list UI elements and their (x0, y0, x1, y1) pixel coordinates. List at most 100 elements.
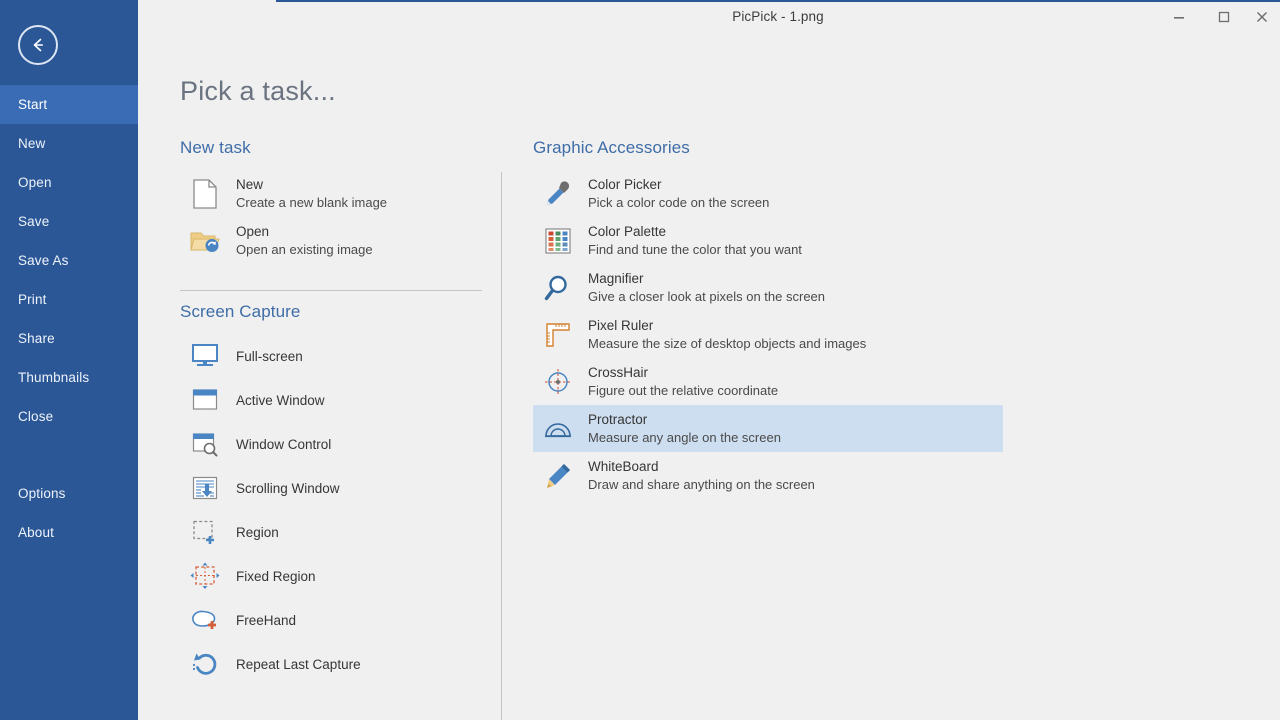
screen-capture-heading: Screen Capture (180, 302, 482, 322)
task-title: Scrolling Window (236, 480, 340, 497)
task-desc: Create a new blank image (236, 194, 387, 211)
new-document-icon (188, 177, 222, 211)
task-title: Region (236, 524, 279, 541)
window-search-icon (188, 427, 222, 461)
task-title: Pixel Ruler (588, 317, 866, 334)
task-scrolling-window-text: Scrolling Window (236, 480, 340, 497)
back-arrow-icon (29, 36, 47, 54)
sidebar-item-label: Close (18, 409, 53, 424)
sidebar-item-thumbnails[interactable]: Thumbnails (0, 358, 138, 397)
new-task-section: New task New Create a new blank image (180, 138, 482, 264)
task-color-palette[interactable]: Color Palette Find and tune the color th… (533, 217, 1003, 264)
sidebar-item-label: Start (18, 97, 47, 112)
task-open[interactable]: Open Open an existing image (180, 217, 482, 264)
task-title: Open (236, 223, 373, 240)
graphic-accessories-section: Graphic Accessories Color Picker Pick a … (533, 138, 1003, 499)
open-folder-icon (188, 224, 222, 258)
screen-capture-section: Screen Capture Full-screen (180, 302, 482, 686)
sidebar-spacer (0, 436, 138, 474)
task-color-palette-text: Color Palette Find and tune the color th… (588, 223, 802, 258)
task-active-window-text: Active Window (236, 392, 325, 409)
task-whiteboard[interactable]: WhiteBoard Draw and share anything on th… (533, 452, 1003, 499)
task-title: CrossHair (588, 364, 778, 381)
task-repeat-last-capture-text: Repeat Last Capture (236, 656, 361, 673)
monitor-icon (188, 339, 222, 373)
task-freehand[interactable]: FreeHand (180, 598, 482, 642)
freehand-icon (188, 603, 222, 637)
sidebar-item-options[interactable]: Options (0, 474, 138, 513)
task-pixel-ruler[interactable]: Pixel Ruler Measure the size of desktop … (533, 311, 1003, 358)
screen-capture-list: Full-screen Active Window (180, 334, 482, 686)
task-window-control-text: Window Control (236, 436, 331, 453)
sidebar-item-label: Thumbnails (18, 370, 89, 385)
task-fixed-region[interactable]: Fixed Region (180, 554, 482, 598)
sidebar-item-start[interactable]: Start (0, 85, 138, 124)
task-repeat-last-capture[interactable]: Repeat Last Capture (180, 642, 482, 686)
maximize-button[interactable] (1201, 2, 1246, 32)
task-title: Color Palette (588, 223, 802, 240)
task-region[interactable]: Region (180, 510, 482, 554)
repeat-arrow-icon (188, 647, 222, 681)
task-protractor[interactable]: Protractor Measure any angle on the scre… (533, 405, 1003, 452)
task-freehand-text: FreeHand (236, 612, 296, 629)
graphic-accessories-heading: Graphic Accessories (533, 138, 1003, 158)
new-task-list: New Create a new blank image (180, 170, 482, 264)
task-title: Full-screen (236, 348, 303, 365)
task-desc: Pick a color code on the screen (588, 194, 769, 211)
task-open-text: Open Open an existing image (236, 223, 373, 258)
task-title: New (236, 176, 387, 193)
ruler-icon (541, 318, 575, 352)
task-title: Protractor (588, 411, 781, 428)
task-window-control[interactable]: Window Control (180, 422, 482, 466)
task-new[interactable]: New Create a new blank image (180, 170, 482, 217)
task-desc: Find and tune the color that you want (588, 241, 802, 258)
column-divider (501, 172, 502, 720)
task-active-window[interactable]: Active Window (180, 378, 482, 422)
eyedropper-icon (541, 177, 575, 211)
minimize-button[interactable] (1156, 2, 1201, 32)
task-whiteboard-text: WhiteBoard Draw and share anything on th… (588, 458, 815, 493)
sidebar-item-close[interactable]: Close (0, 397, 138, 436)
minimize-icon (1173, 11, 1185, 23)
main-content: PicPick - 1.png (138, 0, 1280, 720)
close-button[interactable] (1246, 2, 1280, 32)
sidebar-item-save[interactable]: Save (0, 202, 138, 241)
task-title: Active Window (236, 392, 325, 409)
page-title: Pick a task... (180, 76, 336, 107)
sidebar-item-share[interactable]: Share (0, 319, 138, 358)
task-title: WhiteBoard (588, 458, 815, 475)
sidebar-item-label: Save (18, 214, 49, 229)
sidebar-item-new[interactable]: New (0, 124, 138, 163)
sidebar-item-about[interactable]: About (0, 513, 138, 552)
crosshair-icon (541, 365, 575, 399)
task-scrolling-window[interactable]: Scrolling Window (180, 466, 482, 510)
sidebar-item-label: Open (18, 175, 52, 190)
task-full-screen[interactable]: Full-screen (180, 334, 482, 378)
color-grid-icon (541, 224, 575, 258)
sidebar: Start New Open Save Save As Print Share … (0, 0, 138, 720)
graphic-accessories-list: Color Picker Pick a color code on the sc… (533, 170, 1003, 499)
task-fixed-region-text: Fixed Region (236, 568, 316, 585)
sidebar-item-print[interactable]: Print (0, 280, 138, 319)
window-icon (188, 383, 222, 417)
task-color-picker-text: Color Picker Pick a color code on the sc… (588, 176, 769, 211)
task-crosshair-text: CrossHair Figure out the relative coordi… (588, 364, 778, 399)
new-task-heading: New task (180, 138, 482, 158)
task-protractor-text: Protractor Measure any angle on the scre… (588, 411, 781, 446)
pen-icon (541, 459, 575, 493)
maximize-icon (1218, 11, 1230, 23)
back-button[interactable] (18, 25, 58, 65)
task-title: Color Picker (588, 176, 769, 193)
task-magnifier[interactable]: Magnifier Give a closer look at pixels o… (533, 264, 1003, 311)
task-crosshair[interactable]: CrossHair Figure out the relative coordi… (533, 358, 1003, 405)
sidebar-item-open[interactable]: Open (0, 163, 138, 202)
task-title: Repeat Last Capture (236, 656, 361, 673)
task-desc: Draw and share anything on the screen (588, 476, 815, 493)
scroll-down-icon (188, 471, 222, 505)
sidebar-item-save-as[interactable]: Save As (0, 241, 138, 280)
task-title: Magnifier (588, 270, 825, 287)
task-color-picker[interactable]: Color Picker Pick a color code on the sc… (533, 170, 1003, 217)
task-desc: Measure the size of desktop objects and … (588, 335, 866, 352)
task-title: Fixed Region (236, 568, 316, 585)
task-region-text: Region (236, 524, 279, 541)
